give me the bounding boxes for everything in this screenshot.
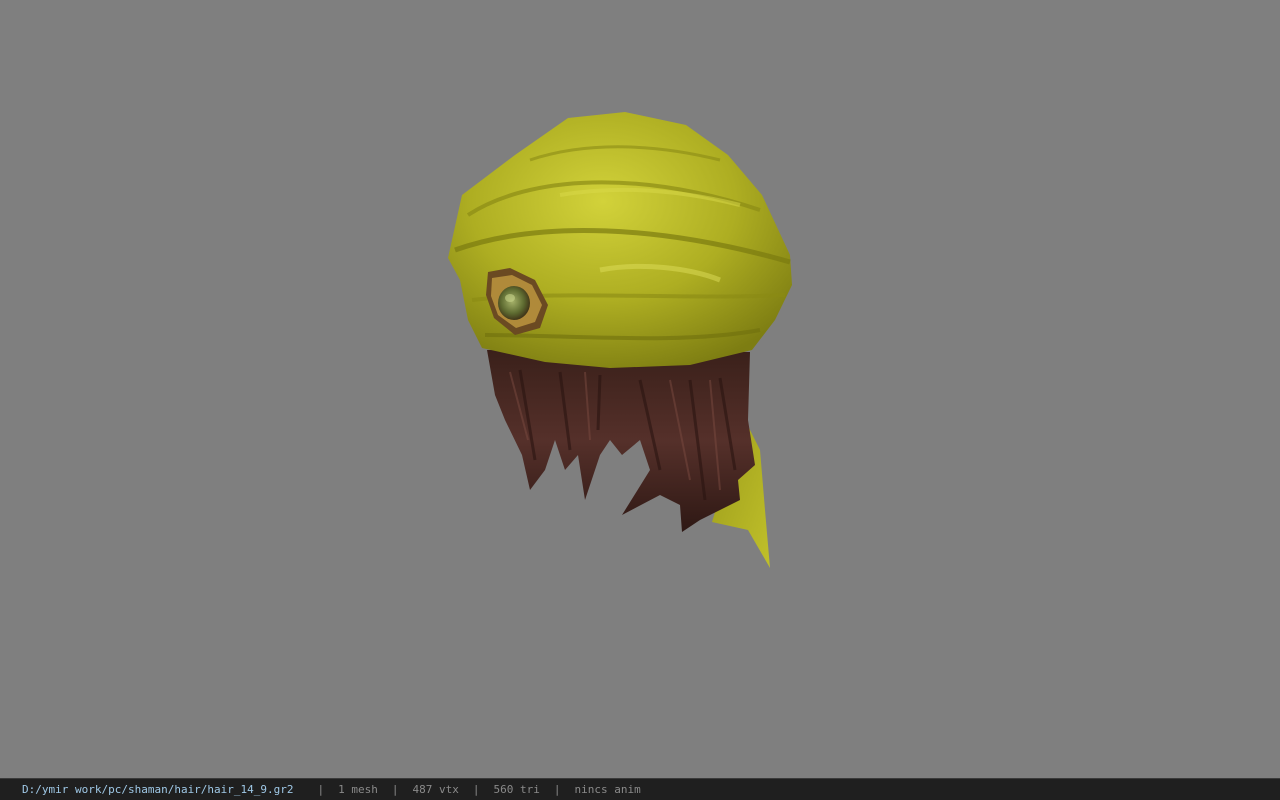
separator: | (553, 783, 561, 796)
model-viewport[interactable] (0, 0, 1280, 778)
hair-model-icon (448, 112, 792, 568)
separator: | (317, 783, 325, 796)
vertex-count: 487 vtx (412, 783, 459, 796)
triangle-count: 560 tri (493, 783, 540, 796)
file-path: D:/ymir work/pc/shaman/hair/hair_14_9.gr… (22, 783, 294, 796)
mesh-count: 1 mesh (338, 783, 378, 796)
separator: | (472, 783, 480, 796)
anim-status: nincs anim (574, 783, 641, 796)
status-bar: D:/ymir work/pc/shaman/hair/hair_14_9.gr… (0, 778, 1280, 800)
separator: | (391, 783, 399, 796)
